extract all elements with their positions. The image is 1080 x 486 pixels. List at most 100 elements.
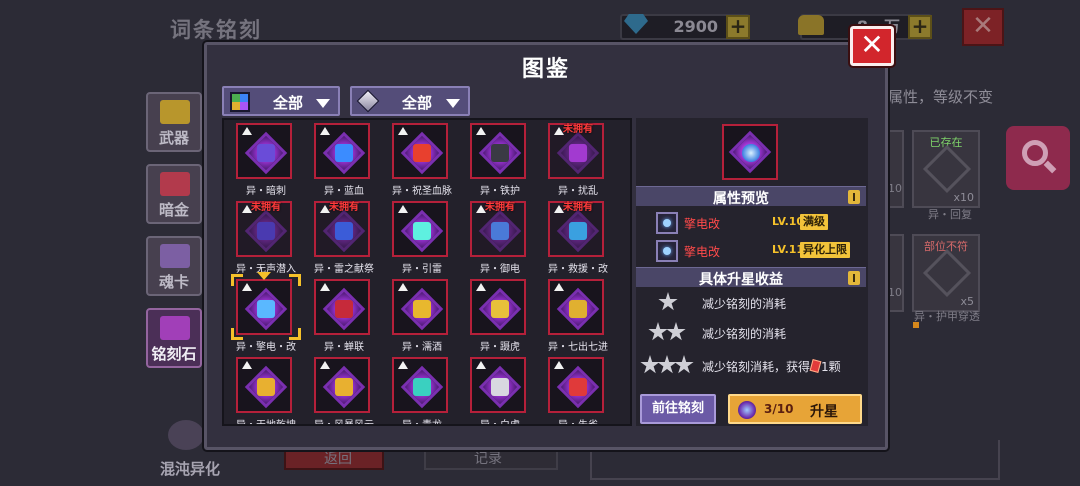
star-benefit-text: 减少铭刻的消耗 <box>702 327 787 341</box>
codex-item[interactable]: 异・擎电・改 <box>227 272 305 354</box>
item-label: 异・祝圣血脉 <box>392 186 452 197</box>
mutation-cap-badge: 异化上限 <box>800 242 850 258</box>
item-label: 异・朱雀 <box>558 420 598 426</box>
zoom-button[interactable] <box>1006 126 1070 190</box>
codex-item[interactable]: 异・祝圣血脉 <box>383 120 461 198</box>
star-benefit-row: 减少铭刻的消耗 <box>640 322 860 344</box>
codex-item[interactable]: 异・铁护 <box>461 120 539 198</box>
unowned-tag: 未拥有 <box>329 202 359 213</box>
emblem-icon <box>335 144 353 162</box>
emblem-icon <box>413 300 431 318</box>
codex-item[interactable]: 未拥有 异・雷之献祭 <box>305 198 383 276</box>
upgrade-arrow-icon <box>242 283 252 291</box>
add-gems-button[interactable]: + <box>726 15 750 39</box>
item-label: 异・白虎 <box>480 420 520 426</box>
lightning-icon <box>742 144 760 162</box>
codex-item[interactable]: 未拥有 异・救援・改 <box>539 198 617 276</box>
background-card[interactable]: 部位不符 x5 <box>912 234 980 312</box>
back-button[interactable]: 返回 <box>284 448 384 470</box>
filter-type-dropdown[interactable]: 全部 <box>350 86 470 116</box>
item-label: 异・蓝血 <box>324 186 364 197</box>
codex-item[interactable]: 异・青龙 <box>383 354 461 424</box>
star-icon <box>666 322 686 341</box>
emblem-icon <box>335 222 353 240</box>
attribute-row: 擎电改 LV.10 满级 <box>656 212 866 234</box>
sidebar-item-inscription-stone[interactable]: 铭刻石 <box>146 308 202 368</box>
chevron-down-icon <box>446 99 460 108</box>
codex-item[interactable]: 异・蓝血 <box>305 120 383 198</box>
background-title: 词条铭刻 <box>170 18 262 42</box>
emblem-icon <box>257 144 275 162</box>
star-upgrade-header: 具体升星收益 <box>636 267 866 288</box>
upgrade-progress: 3/10 <box>764 402 794 416</box>
item-frame <box>470 123 526 179</box>
add-gold-button[interactable]: + <box>908 15 932 39</box>
star-icon <box>674 355 694 374</box>
sidebar-item-dark-gold[interactable]: 暗金 <box>146 164 202 224</box>
upgrade-arrow-icon <box>398 361 408 369</box>
item-label: 异・风暴风云 <box>314 420 374 426</box>
item-label: 异・擎电・改 <box>236 342 296 353</box>
item-frame <box>236 279 292 335</box>
upgrade-arrow-icon <box>554 283 564 291</box>
background-close-button[interactable]: ✕ <box>962 8 1004 46</box>
item-label: 异・救援・改 <box>548 264 608 275</box>
codex-item[interactable]: 异・白虎 <box>461 354 539 424</box>
unowned-tag: 未拥有 <box>563 202 593 213</box>
filter-label: 全部 <box>401 94 432 112</box>
item-label: 异・御电 <box>480 264 520 275</box>
emblem-icon <box>335 300 353 318</box>
background-hint: 属性，等级不变 <box>888 88 994 106</box>
star-benefit-text: 减少铭刻的消耗 <box>702 297 787 311</box>
codex-item[interactable]: 未拥有 异・无声潜入 <box>227 198 305 276</box>
upgrade-arrow-icon <box>242 361 252 369</box>
modal-close-button[interactable]: ✕ <box>848 24 896 68</box>
star-benefit-text: 减少铭刻消耗，获得 1颗 <box>702 359 841 374</box>
filter-color-dropdown[interactable]: 全部 <box>222 86 340 116</box>
item-frame <box>548 357 604 413</box>
sidebar-item-weapon[interactable]: 武器 <box>146 92 202 152</box>
gold-chest-icon <box>798 15 824 35</box>
item-label: 异・暗刺 <box>246 186 286 197</box>
record-button[interactable]: 记录 <box>424 448 558 470</box>
unowned-tag: 未拥有 <box>251 202 281 213</box>
star-benefit-row: 减少铭刻消耗，获得 1颗 <box>640 355 866 377</box>
sidebar-item-soul-card[interactable]: 魂卡 <box>146 236 202 296</box>
selection-bracket <box>231 328 243 340</box>
upgrade-arrow-icon <box>554 361 564 369</box>
partial-card: 10 <box>886 130 904 208</box>
codex-item[interactable]: 未拥有 异・扰乱 <box>539 120 617 198</box>
upgrade-arrow-icon <box>320 361 330 369</box>
upgrade-arrow-icon <box>476 361 486 369</box>
codex-item[interactable]: 异・暗刺 <box>227 120 305 198</box>
upgrade-arrow-icon <box>398 205 408 213</box>
color-grid-icon <box>230 92 250 112</box>
section-title: 具体升星收益 <box>699 272 783 288</box>
background-card[interactable]: 已存在 x10 <box>912 130 980 208</box>
item-frame <box>392 279 448 335</box>
sidebar-item-label: 武器 <box>158 129 189 147</box>
item-frame <box>236 123 292 179</box>
codex-item[interactable]: 异・朱雀 <box>539 354 617 424</box>
info-icon[interactable] <box>848 271 860 285</box>
emblem-icon <box>569 144 587 162</box>
codex-item[interactable]: 异・蹑虎 <box>461 276 539 354</box>
item-label: 异・濡酒 <box>402 342 442 353</box>
go-to-inscription-button[interactable]: 前往铭刻 <box>640 394 716 424</box>
weapon-icon <box>160 100 190 124</box>
card-gem-icon <box>922 144 972 194</box>
upgrade-arrow-icon <box>242 127 252 135</box>
codex-item[interactable]: 异・濡酒 <box>383 276 461 354</box>
codex-item[interactable]: 异・七出七进 <box>539 276 617 354</box>
codex-item[interactable]: 异・风暴风云 <box>305 354 383 424</box>
star-upgrade-button[interactable]: 3/10 升星 <box>728 394 862 424</box>
chevron-down-icon <box>316 99 330 108</box>
codex-item[interactable]: 异・蝉联 <box>305 276 383 354</box>
codex-item[interactable]: 异・天地乾坤 <box>227 354 305 424</box>
lightning-icon <box>656 240 678 262</box>
blue-gem-icon <box>624 14 648 34</box>
info-icon[interactable] <box>848 190 860 204</box>
emblem-icon <box>257 300 275 318</box>
codex-item[interactable]: 未拥有 异・御电 <box>461 198 539 276</box>
codex-item[interactable]: 异・引雷 <box>383 198 461 276</box>
